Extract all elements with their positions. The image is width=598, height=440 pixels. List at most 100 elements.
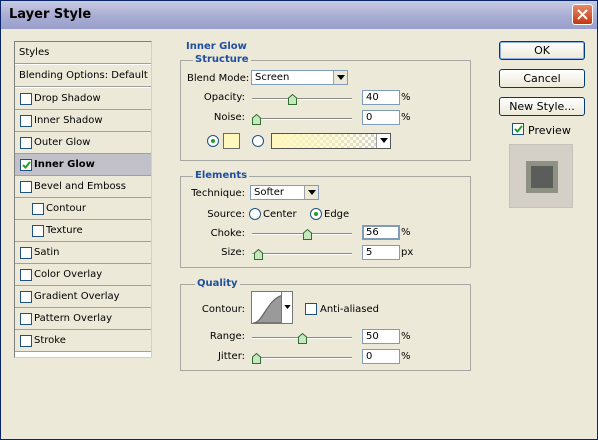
- style-item-inner-glow[interactable]: Inner Glow: [15, 154, 151, 176]
- style-checkbox-texture[interactable]: [32, 225, 44, 237]
- window-title: Layer Style: [9, 7, 92, 22]
- noise-value: 0: [366, 112, 373, 123]
- chevron-down-icon[interactable]: [281, 292, 292, 323]
- elements-title: Elements: [193, 170, 250, 181]
- radio-selected-dot: [211, 139, 215, 143]
- noise-slider[interactable]: [252, 114, 352, 125]
- close-button[interactable]: [572, 4, 593, 25]
- source-label: Source:: [207, 209, 245, 220]
- style-item-label: Texture: [46, 225, 83, 236]
- style-checkbox-contour[interactable]: [32, 203, 44, 215]
- style-item-bevel-and-emboss[interactable]: Bevel and Emboss: [15, 176, 151, 198]
- preview-square-inner: [531, 166, 553, 188]
- solid-color-radio[interactable]: [207, 135, 219, 147]
- style-checkbox-color-overlay[interactable]: [20, 269, 32, 281]
- style-checkbox-inner-glow[interactable]: [20, 159, 32, 171]
- style-item-label: Contour: [46, 203, 86, 214]
- anti-aliased-label: Anti-aliased: [320, 304, 380, 315]
- anti-aliased-checkbox[interactable]: [305, 303, 317, 315]
- gradient-picker[interactable]: [271, 133, 391, 149]
- style-item-label: Outer Glow: [34, 137, 91, 148]
- choke-unit: %: [401, 227, 411, 238]
- style-item-pattern-overlay[interactable]: Pattern Overlay: [15, 308, 151, 330]
- style-checkbox-satin[interactable]: [20, 247, 32, 259]
- style-item-label: Drop Shadow: [34, 93, 101, 104]
- cancel-button[interactable]: Cancel: [499, 69, 585, 88]
- range-value: 50: [366, 331, 379, 342]
- checkmark-icon: [22, 161, 31, 169]
- contour-label: Contour:: [201, 304, 245, 315]
- style-item-drop-shadow[interactable]: Drop Shadow: [15, 88, 151, 110]
- range-field[interactable]: 50: [362, 329, 400, 344]
- slider-thumb-icon[interactable]: [252, 353, 261, 364]
- technique-value: Softer: [254, 187, 284, 198]
- style-checkbox-inner-shadow[interactable]: [20, 115, 32, 127]
- styles-header-label: Styles: [19, 47, 50, 58]
- slider-thumb-icon[interactable]: [298, 333, 307, 344]
- jitter-slider[interactable]: [252, 353, 352, 364]
- slider-thumb-icon[interactable]: [303, 229, 312, 240]
- style-checkbox-outer-glow[interactable]: [20, 137, 32, 149]
- gradient-radio[interactable]: [252, 135, 264, 147]
- noise-unit: %: [401, 112, 411, 123]
- jitter-field[interactable]: 0: [362, 349, 400, 364]
- opacity-field[interactable]: 40: [362, 90, 400, 105]
- contour-curve-icon: [253, 294, 283, 323]
- jitter-label: Jitter:: [217, 351, 245, 362]
- source-edge-radio[interactable]: [310, 208, 322, 220]
- style-item-label: Inner Shadow: [34, 115, 103, 126]
- opacity-unit: %: [401, 92, 411, 103]
- slider-thumb-icon[interactable]: [254, 249, 263, 260]
- size-label: Size:: [221, 247, 245, 258]
- style-item-color-overlay[interactable]: Color Overlay: [15, 264, 151, 286]
- title-bar[interactable]: Layer Style: [1, 1, 597, 29]
- style-checkbox-gradient-overlay[interactable]: [20, 291, 32, 303]
- style-checkbox-bevel-and-emboss[interactable]: [20, 181, 32, 193]
- style-item-gradient-overlay[interactable]: Gradient Overlay: [15, 286, 151, 308]
- slider-thumb-icon[interactable]: [288, 94, 297, 105]
- ok-button[interactable]: OK: [499, 41, 585, 60]
- style-item-outer-glow[interactable]: Outer Glow: [15, 132, 151, 154]
- noise-field[interactable]: 0: [362, 110, 400, 125]
- style-item-label: Stroke: [34, 335, 66, 346]
- styles-list: Styles Blending Options: Default Drop Sh…: [14, 41, 152, 358]
- style-item-label: Satin: [34, 247, 60, 258]
- opacity-slider[interactable]: [252, 94, 352, 105]
- blend-mode-select[interactable]: Screen: [251, 70, 348, 85]
- choke-slider[interactable]: [252, 229, 352, 240]
- glow-color-swatch[interactable]: [223, 133, 240, 149]
- style-item-label: Pattern Overlay: [34, 313, 113, 324]
- technique-label: Technique:: [191, 188, 245, 199]
- size-field[interactable]: 5: [362, 245, 400, 260]
- style-item-label: Bevel and Emboss: [34, 181, 126, 192]
- range-label: Range:: [209, 331, 245, 342]
- style-item-stroke[interactable]: Stroke: [15, 330, 151, 352]
- jitter-unit: %: [401, 351, 411, 362]
- style-checkbox-pattern-overlay[interactable]: [20, 313, 32, 325]
- size-unit: px: [401, 247, 414, 258]
- choke-label: Choke:: [210, 228, 245, 239]
- style-item-texture[interactable]: Texture: [15, 220, 151, 242]
- size-slider[interactable]: [252, 249, 352, 260]
- style-checkbox-stroke[interactable]: [20, 335, 32, 347]
- technique-select[interactable]: Softer: [250, 185, 319, 200]
- range-slider[interactable]: [252, 333, 352, 344]
- style-item-inner-shadow[interactable]: Inner Shadow: [15, 110, 151, 132]
- styles-header[interactable]: Styles: [15, 42, 151, 64]
- new-style-button[interactable]: New Style...: [499, 97, 585, 116]
- style-checkbox-drop-shadow[interactable]: [20, 93, 32, 105]
- blending-options-item[interactable]: Blending Options: Default: [15, 65, 151, 87]
- chevron-down-icon: [304, 186, 318, 199]
- checkmark-icon: [514, 125, 523, 133]
- choke-field[interactable]: 56: [362, 225, 400, 240]
- source-center-radio[interactable]: [249, 208, 261, 220]
- style-item-contour[interactable]: Contour: [15, 198, 151, 220]
- opacity-value: 40: [366, 92, 379, 103]
- slider-thumb-icon[interactable]: [252, 114, 261, 125]
- radio-selected-dot: [314, 212, 318, 216]
- preview-checkbox[interactable]: [512, 123, 524, 135]
- style-item-satin[interactable]: Satin: [15, 242, 151, 264]
- contour-picker[interactable]: [251, 291, 293, 324]
- chevron-down-icon[interactable]: [376, 134, 390, 148]
- style-preview-swatch: [509, 144, 573, 208]
